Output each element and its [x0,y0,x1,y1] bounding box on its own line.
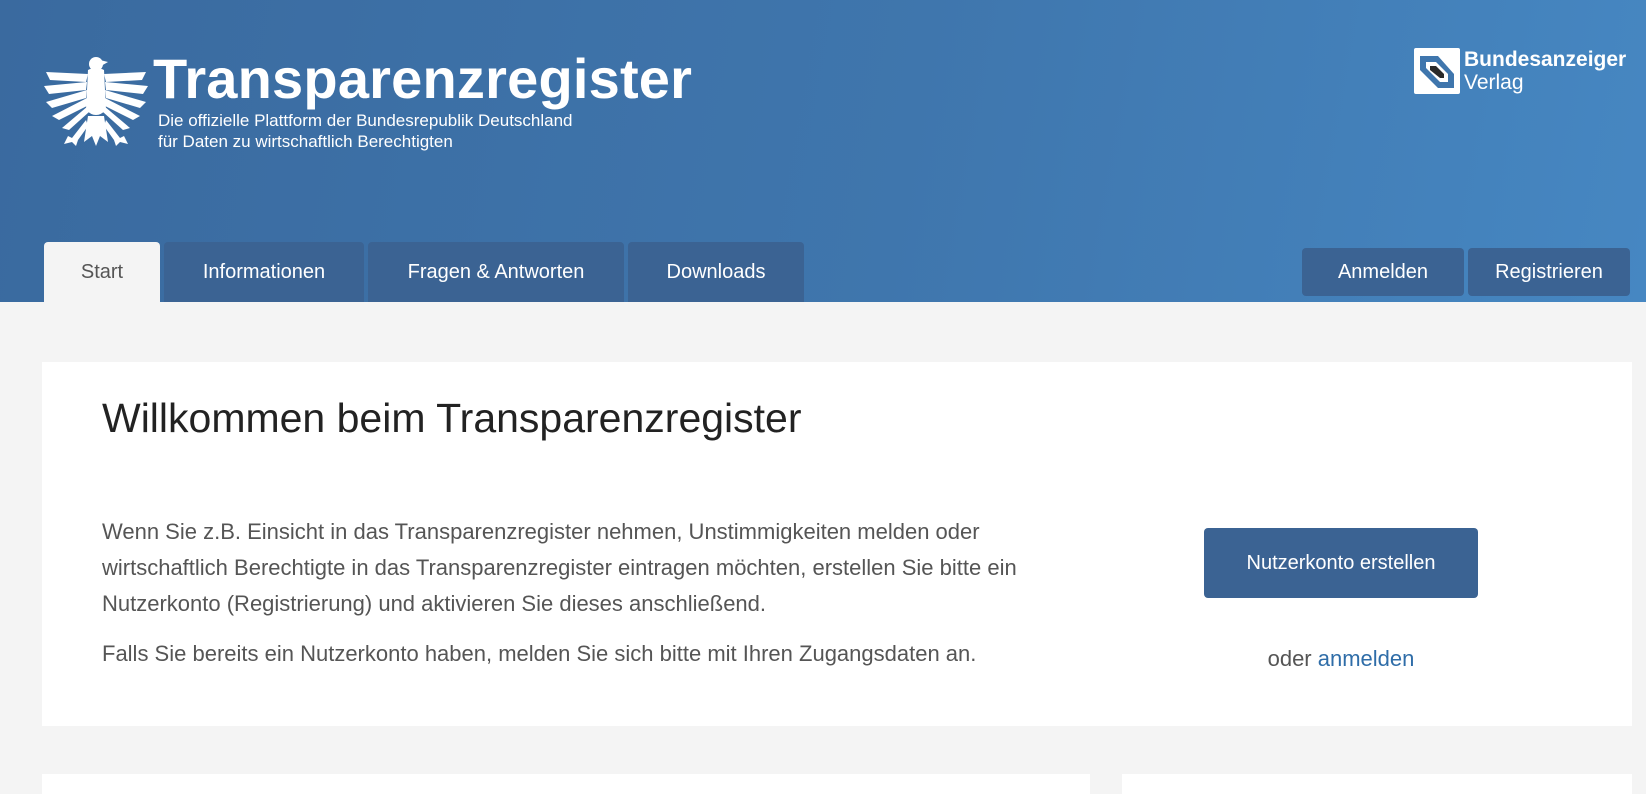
site-subtitle: Die offizielle Plattform der Bundesrepub… [158,110,573,152]
tab-fragen-antworten[interactable]: Fragen & Antworten [368,242,624,302]
lower-card-right [1122,774,1632,794]
site-title: Transparenzregister [153,47,693,110]
or-login: oder anmelden [1204,642,1478,676]
tab-downloads[interactable]: Downloads [628,242,804,302]
welcome-card: Willkommen beim Transparenzregister Wenn… [42,362,1632,726]
tab-start[interactable]: Start [44,242,160,302]
tab-informationen[interactable]: Informationen [164,242,364,302]
publisher-sub: Verlag [1464,71,1524,94]
register-button[interactable]: Registrieren [1468,248,1630,296]
auth-buttons: Anmelden Registrieren [1298,248,1630,296]
create-account-button[interactable]: Nutzerkonto erstellen [1204,528,1478,598]
publisher-logo[interactable]: Bundesanzeiger Verlag [1414,48,1626,100]
page-title: Willkommen beim Transparenzregister [102,395,802,441]
main-nav-tabs: Start Informationen Fragen & Antworten D… [44,242,808,302]
login-link[interactable]: anmelden [1318,646,1415,671]
subtitle-line-2: für Daten zu wirtschaftlich Berechtigten [158,132,453,151]
bundesanzeiger-logo-icon [1414,48,1460,94]
login-button[interactable]: Anmelden [1302,248,1464,296]
publisher-name: Bundesanzeiger [1464,48,1627,71]
welcome-paragraph-2: Falls Sie bereits ein Nutzerkonto haben,… [102,641,977,666]
subtitle-line-1: Die offizielle Plattform der Bundesrepub… [158,111,573,130]
federal-eagle-icon [44,57,148,146]
or-text: oder [1267,646,1318,671]
welcome-text: Wenn Sie z.B. Einsicht in das Transparen… [102,514,1082,672]
site-header: Transparenzregister Die offizielle Platt… [0,0,1646,302]
welcome-paragraph-1: Wenn Sie z.B. Einsicht in das Transparen… [102,519,1017,616]
lower-card-left [42,774,1090,794]
